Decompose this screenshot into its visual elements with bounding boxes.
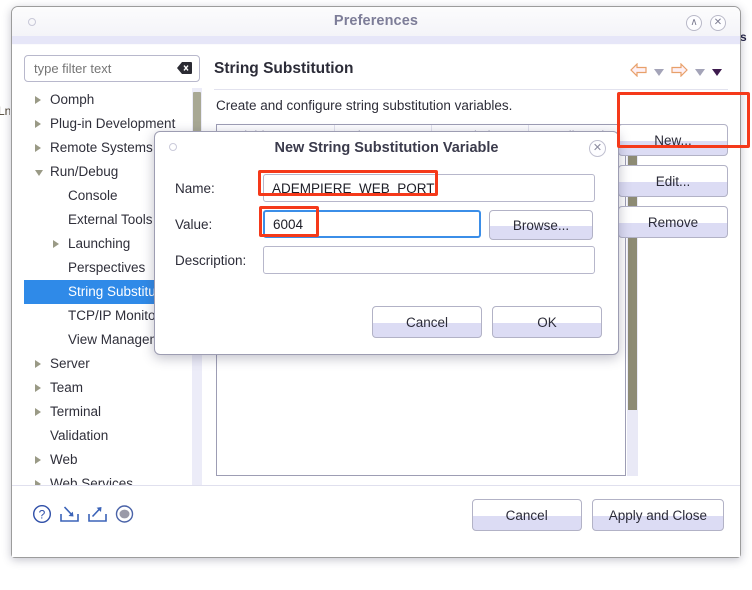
dialog-cancel-button[interactable]: Cancel (372, 306, 482, 338)
preferences-titlebar[interactable]: Preferences ∧ ✕ (12, 7, 740, 44)
sidebar-item-label: Team (50, 380, 84, 395)
sidebar-item-web[interactable]: Web (24, 448, 202, 472)
page-title: String Substitution (214, 60, 354, 77)
screen: Ln 20 : Co Properties s Preferences ∧ ✕ (0, 0, 752, 590)
back-dropdown-caret-icon[interactable] (654, 69, 664, 76)
sidebar-item-label: External Tools (68, 212, 153, 227)
page-description: Create and configure string substitution… (216, 98, 513, 113)
export-icon[interactable] (87, 504, 108, 529)
table-actions: New... Edit... Remove (618, 124, 728, 247)
svg-text:?: ? (39, 508, 46, 522)
dialog-action-buttons: Cancel Apply and Close (471, 499, 724, 531)
chevron-down-icon[interactable] (35, 170, 43, 176)
chevron-right-icon[interactable] (35, 384, 41, 392)
cancel-button[interactable]: Cancel (471, 499, 582, 531)
window-title: Preferences (333, 13, 419, 29)
forward-arrow-icon[interactable] (671, 62, 688, 82)
value-label: Value: (175, 217, 213, 232)
apply-and-close-button[interactable]: Apply and Close (591, 499, 724, 531)
sidebar-item-validation[interactable]: Validation (24, 424, 202, 448)
close-button[interactable]: ✕ (710, 15, 726, 31)
description-field[interactable] (263, 246, 595, 274)
chevron-right-icon[interactable] (53, 240, 59, 248)
import-icon[interactable] (59, 504, 80, 529)
search-input[interactable] (24, 55, 200, 82)
filter-wrapper (24, 55, 200, 82)
background-left-text: Ln 20 : Co Properties (0, 104, 10, 118)
dialog-ok-button[interactable]: OK (492, 306, 602, 338)
sidebar-item-label: TCP/IP Monitor (68, 308, 161, 323)
sidebar-item-terminal[interactable]: Terminal (24, 400, 202, 424)
sidebar-item-label: Terminal (50, 404, 102, 419)
chevron-right-icon[interactable] (35, 360, 41, 368)
sidebar-item-label: Oomph (50, 92, 95, 107)
value-field[interactable] (263, 210, 481, 238)
dialog-title: New String Substitution Variable (274, 140, 499, 156)
restore-defaults-icon[interactable] (115, 504, 134, 529)
title-divider (214, 89, 728, 90)
sidebar-item-oomph[interactable]: Oomph (24, 88, 202, 112)
name-field[interactable] (263, 174, 595, 202)
minimize-button[interactable]: ∧ (686, 15, 702, 31)
sidebar-item-label: Perspectives (68, 260, 146, 275)
sidebar-item-label: Plug-in Development (50, 116, 176, 131)
help-icon[interactable]: ? (32, 504, 52, 529)
background-left-strip: Ln 20 : Co Properties (0, 0, 10, 590)
chevron-right-icon[interactable] (35, 96, 41, 104)
page-nav-icons (630, 62, 722, 82)
chevron-right-icon[interactable] (35, 456, 41, 464)
sidebar-item-label: Console (68, 188, 118, 203)
forward-dropdown-caret-icon[interactable] (695, 69, 705, 76)
sidebar-item-label: Run/Debug (50, 164, 119, 179)
clear-filter-icon[interactable] (177, 61, 192, 75)
sidebar-item-label: Web (50, 452, 78, 467)
bottom-icon-group: ? (32, 504, 134, 529)
dialog-description-row: Description: (155, 246, 618, 276)
dialog-value-row: Value: Browse... (155, 210, 618, 240)
name-label: Name: (175, 181, 215, 196)
chevron-right-icon[interactable] (35, 408, 41, 416)
sidebar-item-label: Launching (68, 236, 131, 251)
view-menu-caret-icon[interactable] (712, 69, 722, 76)
background-right-strip: s (740, 30, 747, 44)
browse-button[interactable]: Browse... (489, 210, 593, 240)
dialog-name-row: Name: (155, 174, 618, 204)
sidebar-item-label: Server (50, 356, 90, 371)
remove-button[interactable]: Remove (618, 206, 728, 238)
sidebar-item-team[interactable]: Team (24, 376, 202, 400)
sidebar-item-server[interactable]: Server (24, 352, 202, 376)
description-label: Description: (175, 253, 247, 268)
dialog-footer-buttons: Cancel OK (372, 306, 602, 338)
dialog-close-button[interactable]: ✕ (589, 140, 606, 157)
chevron-right-icon[interactable] (35, 144, 41, 152)
back-arrow-icon[interactable] (630, 62, 647, 82)
chevron-right-icon[interactable] (35, 120, 41, 128)
sidebar-item-label: Remote Systems (50, 140, 153, 155)
new-string-substitution-variable-dialog: New String Substitution Variable ✕ Name:… (154, 131, 619, 355)
preferences-bottom-bar: ? Cancel Apply and Close (12, 485, 740, 557)
edit-button[interactable]: Edit... (618, 165, 728, 197)
sidebar-item-label: Validation (50, 428, 109, 443)
titlebar-accent-bar (12, 36, 740, 44)
new-button[interactable]: New... (618, 124, 728, 156)
